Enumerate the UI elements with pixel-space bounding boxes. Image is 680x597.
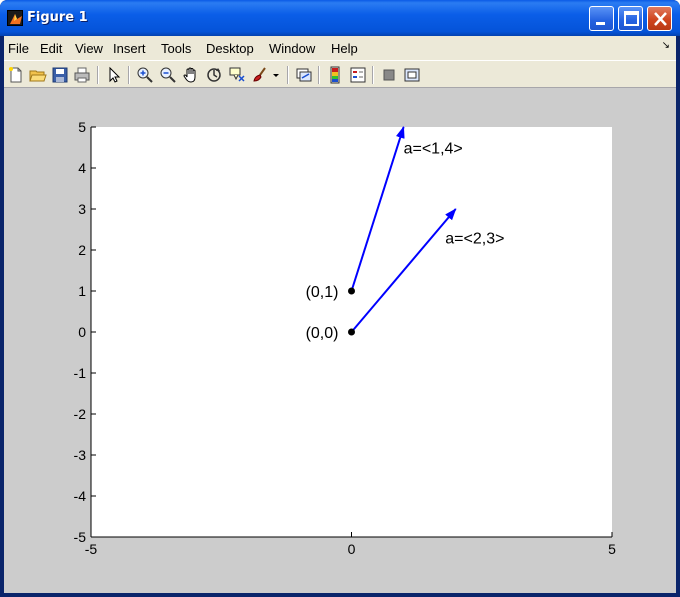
folder-open-icon [29, 70, 47, 82]
brush-dropdown-button[interactable] [271, 65, 281, 85]
y-tick-label: -3 [74, 447, 87, 463]
colorbar-button[interactable] [325, 65, 345, 85]
figure-window: Figure 1 File Edit View Insert Tools Des… [0, 0, 680, 597]
y-tick-label: 4 [78, 160, 86, 176]
menu-view[interactable]: View [75, 41, 103, 56]
menu-bar: File Edit View Insert Tools Desktop Wind… [4, 36, 676, 60]
y-tick-label: -2 [74, 406, 87, 422]
annotation-label: (0,1) [306, 284, 339, 301]
x-tick-label: 5 [608, 541, 616, 557]
toolbar-separator [97, 66, 99, 84]
edit-plot-button[interactable] [104, 65, 124, 85]
menu-edit[interactable]: Edit [40, 41, 62, 56]
pan-button[interactable] [181, 65, 201, 85]
data-point [348, 328, 355, 336]
save-button[interactable] [50, 65, 70, 85]
rotate-3d-button[interactable] [204, 65, 224, 85]
maximize-button[interactable] [618, 6, 643, 31]
new-file-button[interactable] [6, 65, 26, 85]
plot-svg[interactable]: 543210-1-2-3-4-5-5 0 5 a=<1,4>a=<2,3>(0,1)… [4, 88, 676, 593]
zoom-in-button[interactable] [135, 65, 155, 85]
link-plot-button[interactable] [294, 65, 314, 85]
menu-help[interactable]: Help [331, 41, 358, 56]
data-cursor-button[interactable] [227, 65, 247, 85]
close-icon [654, 12, 667, 26]
y-tick-label: -4 [74, 488, 87, 504]
rotate-3d-icon [207, 68, 221, 82]
toolbar-separator [372, 66, 374, 84]
annotation-label: a=<2,3> [445, 231, 504, 248]
pointer-arrow-icon [109, 66, 121, 83]
brush-icon [253, 67, 266, 82]
toolbar-separator [287, 66, 289, 84]
dropdown-arrow-icon [273, 74, 279, 77]
menu-file[interactable]: File [8, 41, 29, 56]
close-button[interactable] [647, 6, 672, 31]
maximize-icon [624, 11, 639, 26]
data-cursor-icon [229, 67, 245, 82]
annotation-label: (0,0) [306, 325, 339, 342]
hide-plot-tools-button[interactable] [379, 65, 399, 85]
y-tick-label: 2 [78, 242, 86, 258]
hide-plot-tools-icon [383, 69, 395, 81]
menu-window[interactable]: Window [269, 41, 315, 56]
brush-button[interactable] [250, 65, 270, 85]
y-tick-label: 1 [78, 283, 86, 299]
menu-desktop[interactable]: Desktop [206, 41, 254, 56]
print-button[interactable] [72, 65, 92, 85]
x-tick-label: -5 [85, 541, 98, 557]
matlab-icon [7, 10, 23, 26]
open-file-button[interactable] [28, 65, 48, 85]
show-plot-tools-button[interactable] [402, 65, 422, 85]
new-file-icon [9, 67, 22, 83]
window-client: File Edit View Insert Tools Desktop Wind… [4, 36, 676, 593]
menu-restore-icon[interactable]: ↘ [662, 40, 670, 51]
menu-insert[interactable]: Insert [113, 41, 146, 56]
colorbar-icon [330, 66, 340, 84]
y-tick-label: 0 [78, 324, 86, 340]
toolbar-separator [128, 66, 130, 84]
annotation-label: a=<1,4> [404, 141, 463, 158]
y-tick-label: -1 [74, 365, 87, 381]
pan-hand-icon [183, 67, 196, 83]
y-tick-label: 5 [78, 119, 86, 135]
minimize-button[interactable] [589, 6, 614, 31]
show-plot-tools-icon [404, 68, 420, 82]
figure-toolbar [4, 60, 676, 88]
y-tick-label: 3 [78, 201, 86, 217]
menu-tools[interactable]: Tools [161, 41, 191, 56]
legend-button[interactable] [348, 65, 368, 85]
save-disk-icon [52, 67, 68, 83]
link-plot-icon [296, 68, 312, 82]
printer-icon [74, 67, 90, 83]
window-title: Figure 1 [27, 10, 88, 25]
zoom-in-icon [137, 67, 153, 83]
zoom-out-button[interactable] [158, 65, 178, 85]
zoom-out-icon [160, 67, 176, 83]
legend-icon [350, 67, 366, 83]
minimize-icon [596, 22, 605, 25]
data-point [348, 287, 355, 295]
x-tick-label: 0 [348, 541, 356, 557]
title-bar[interactable]: Figure 1 [0, 0, 680, 36]
figure-canvas: 5 4 3 2 1 0 -1 -2 -3 -4 -5 -5 0 5 a=<1,4> a=<2,3> (0,1)… [4, 88, 676, 593]
toolbar-separator [318, 66, 320, 84]
